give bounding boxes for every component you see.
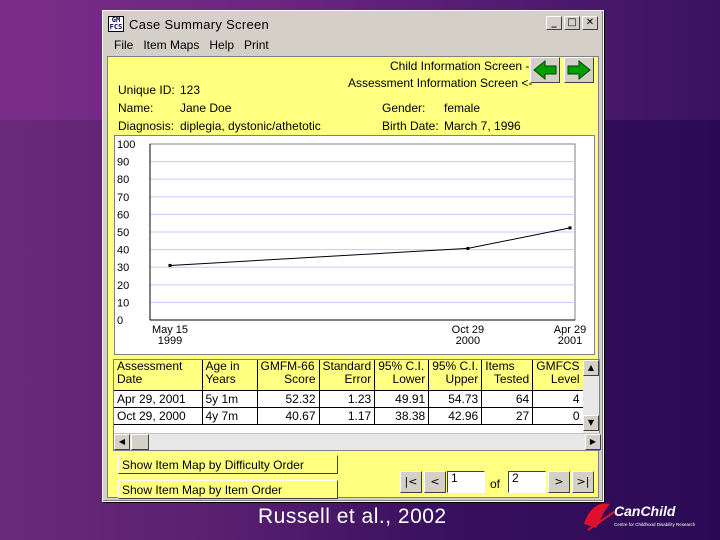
scroll-thumb[interactable] — [131, 434, 149, 450]
summary-panel: Child Information Screen -> Assessment I… — [107, 56, 601, 499]
unique-id-label: Unique ID: — [118, 83, 175, 97]
title-bar: GM FCS Case Summary Screen _ □ ✕ — [106, 14, 600, 34]
menu-print[interactable]: Print — [244, 38, 269, 52]
gender-value: female — [444, 101, 481, 115]
menu-help[interactable]: Help — [209, 38, 234, 52]
assessment-info-link[interactable]: Assessment Information Screen <- — [348, 76, 532, 90]
table-cell: 0 — [532, 407, 584, 425]
y-tick-label: 60 — [117, 209, 129, 221]
difficulty-order-button[interactable]: Show Item Map by Difficulty Order — [118, 455, 338, 474]
forward-arrow-button[interactable] — [564, 57, 594, 83]
column-header: GMFM-66 Score — [257, 360, 320, 391]
assessment-grid: Assessment Date Age in Years GMFM-66 Score Sta… — [113, 359, 601, 451]
citation-caption: Russell et al., 2002 — [258, 505, 447, 528]
item-order-button[interactable]: Show Item Map by Item Order — [118, 480, 338, 499]
unique-id-value: 123 — [180, 83, 201, 97]
vertical-scrollbar[interactable]: ▲ ▼ — [583, 360, 599, 433]
table-cell: 42.96 — [428, 407, 483, 425]
y-tick-label: 0 — [117, 315, 123, 327]
diagnosis-value: diplegia, dystonic/athetotic — [180, 119, 321, 133]
y-tick-label: 90 — [117, 157, 129, 169]
x-tick-year-label: 1999 — [158, 335, 182, 347]
column-header: 95% C.I. Upper — [428, 360, 483, 391]
back-arrow-button[interactable] — [530, 57, 560, 83]
score-point — [568, 226, 572, 230]
horizontal-scrollbar[interactable]: ◀ ▶ — [114, 433, 601, 450]
close-button[interactable]: ✕ — [582, 16, 598, 30]
name-label: Name: — [118, 101, 154, 115]
column-header: GMFCS Level — [532, 360, 584, 391]
left-arrow-icon — [533, 59, 557, 81]
scroll-down-icon[interactable]: ▼ — [583, 415, 599, 431]
table-cell: 27 — [481, 407, 534, 425]
next-page-button[interactable]: > — [548, 471, 570, 493]
table-row[interactable]: Apr 29, 2001 5y 1m 52.32 1.23 49.91 54.73 64 4 — [114, 390, 584, 408]
table-cell: 38.38 — [374, 407, 430, 425]
y-tick-label: 50 — [117, 227, 129, 239]
table-header-row: Assessment Date Age in Years GMFM-66 Score Sta… — [114, 360, 584, 391]
scroll-left-icon[interactable]: ◀ — [114, 434, 130, 450]
app-icon: GM FCS — [108, 16, 124, 32]
y-tick-label: 70 — [117, 192, 129, 204]
table-cell: 4y 7m — [202, 407, 258, 425]
case-summary-window: GM FCS Case Summary Screen _ □ ✕ File It… — [102, 10, 604, 502]
minimize-button[interactable]: _ — [546, 16, 562, 30]
y-tick-label: 10 — [117, 297, 129, 309]
y-tick-label: 80 — [117, 174, 129, 186]
table-cell: 52.32 — [257, 390, 320, 408]
right-arrow-icon — [567, 59, 591, 81]
table-cell: 54.73 — [428, 390, 483, 408]
y-tick-label: 30 — [117, 262, 129, 274]
birth-date-label: Birth Date: — [382, 119, 439, 133]
table-row[interactable]: Oct 29, 2000 4y 7m 40.67 1.17 38.38 42.96 27 0 — [114, 407, 584, 425]
x-tick-year-label: 2001 — [558, 335, 582, 347]
menu-bar: File Item Maps Help Print — [106, 36, 600, 54]
birth-date-value: March 7, 1996 — [444, 119, 521, 133]
child-info-link[interactable]: Child Information Screen -> — [390, 59, 536, 73]
current-page-field[interactable]: 1 — [447, 471, 485, 493]
y-tick-label: 20 — [117, 280, 129, 292]
window-title: Case Summary Screen — [129, 16, 270, 32]
table-cell: 40.67 — [257, 407, 320, 425]
first-page-button[interactable]: |< — [400, 471, 422, 493]
table-cell: 49.91 — [374, 390, 430, 408]
table-cell: 64 — [481, 390, 534, 408]
column-header: Age in Years — [202, 360, 258, 391]
menu-item-maps[interactable]: Item Maps — [143, 38, 199, 52]
table-cell: 5y 1m — [202, 390, 258, 408]
score-chart: 100 90 80 70 60 50 40 30 20 10 0 May 15 1999 Oct 29 20… — [114, 135, 595, 355]
x-tick-year-label: 2000 — [456, 335, 480, 347]
score-point — [168, 263, 172, 267]
prev-page-button[interactable]: < — [424, 471, 446, 493]
table-cell: 1.23 — [319, 390, 376, 408]
canchild-logo: CanChild Centre for Childhood Disability… — [580, 498, 720, 534]
total-pages-field: 2 — [508, 471, 546, 493]
column-header: 95% C.I. Lower — [374, 360, 430, 391]
y-tick-label: 40 — [117, 245, 129, 257]
column-header: Assessment Date — [114, 360, 203, 391]
score-chart-svg: 1009080706050403020100May 151999Oct 2920… — [117, 139, 586, 347]
last-page-button[interactable]: >| — [572, 471, 594, 493]
gender-label: Gender: — [382, 101, 426, 115]
score-point — [466, 246, 470, 250]
y-tick-label: 100 — [117, 139, 135, 151]
name-value: Jane Doe — [180, 101, 232, 115]
diagnosis-label: Diagnosis: — [118, 119, 175, 133]
logo-tagline: Centre for Childhood Disability Research — [614, 522, 696, 527]
table-cell: Apr 29, 2001 — [114, 390, 203, 408]
table-cell: 1.17 — [319, 407, 376, 425]
maximize-button[interactable]: □ — [564, 16, 580, 30]
column-header: Standard Error — [319, 360, 376, 391]
scroll-up-icon[interactable]: ▲ — [583, 360, 599, 376]
pager-of-label: of — [490, 477, 501, 491]
scroll-right-icon[interactable]: ▶ — [585, 434, 601, 450]
canchild-leaf-icon: CanChild Centre for Childhood Disability… — [584, 503, 696, 531]
menu-file[interactable]: File — [114, 38, 133, 52]
logo-name: CanChild — [614, 503, 676, 519]
table-cell: Oct 29, 2000 — [114, 407, 203, 425]
table-cell: 4 — [532, 390, 584, 408]
column-header: Items Tested — [481, 360, 534, 391]
assessment-table: Assessment Date Age in Years GMFM-66 Score Sta… — [114, 360, 584, 425]
